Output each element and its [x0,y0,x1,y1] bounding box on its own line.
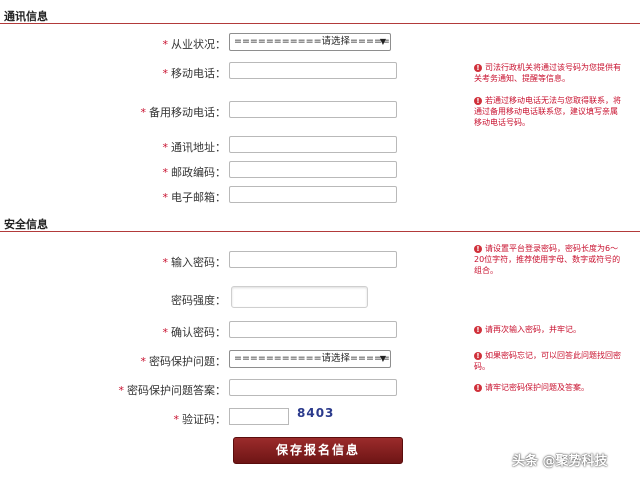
info-icon: ! [474,326,482,334]
password-label: * 输入密码： [162,256,227,269]
chevron-down-icon: ▼ [379,37,386,46]
confirm-password-input[interactable] [229,321,397,338]
strength-label: 密码强度： [171,294,226,307]
password-input[interactable] [229,251,397,268]
address-label: * 通讯地址： [162,141,227,154]
save-registration-button[interactable]: 保存报名信息 [233,437,403,464]
email-label: * 电子邮箱： [162,191,227,204]
info-icon: ! [474,64,482,72]
password-strength-meter [231,286,368,308]
security-answer-hint: ! 请牢记密码保护问题及答案。 [474,382,624,393]
info-icon: ! [474,97,482,105]
password-hint: ! 请设置平台登录密码，密码长度为6～20位字符，推荐使用字母、数字或符号的组合。 [474,244,621,275]
backup-mobile-label: * 备用移动电话： [140,106,227,119]
backup-mobile-hint: ! 若通过移动电话无法与您取得联系，将通过备用移动电话联系您，建议填写亲属移动电话… [474,96,621,127]
mobile-input[interactable] [229,62,397,79]
watermark: 头条 @聚势科技 [512,454,608,469]
security-question-select[interactable]: ===========请选择===========▼ [229,350,391,368]
mobile-hint: ! 司法行政机关将通过该号码为您提供有关考务通知、提醒等信息。 [474,63,621,83]
security-answer-input[interactable] [229,379,397,396]
postcode-label: * 邮政编码： [162,166,227,179]
address-input[interactable] [229,136,397,153]
employment-status-select[interactable]: ===========请选择===========▼ [229,33,391,51]
backup-mobile-input[interactable] [229,101,397,118]
chevron-down-icon: ▼ [379,354,386,363]
section-divider [0,231,640,232]
captcha-input[interactable] [229,408,289,425]
security-question-hint: ! 如果密码忘记，可以回答此问题找回密码。 [474,351,621,371]
captcha-image[interactable]: 8403 [297,406,334,420]
section-title-security: 安全信息 [4,218,48,231]
employment-status-label: * 从业状况： [162,38,227,51]
confirm-password-hint: ! 请再次输入密码，并牢记。 [474,324,624,335]
section-title-contact: 通讯信息 [4,10,48,23]
confirm-password-label: * 确认密码： [162,326,227,339]
mobile-label: * 移动电话： [162,67,227,80]
captcha-label: * 验证码： [173,413,227,426]
security-question-label: * 密码保护问题： [140,355,227,368]
security-answer-label: * 密码保护问题答案： [118,384,227,397]
email-input[interactable] [229,186,397,203]
postcode-input[interactable] [229,161,397,178]
info-icon: ! [474,352,482,360]
info-icon: ! [474,245,482,253]
info-icon: ! [474,384,482,392]
section-divider [0,23,640,24]
